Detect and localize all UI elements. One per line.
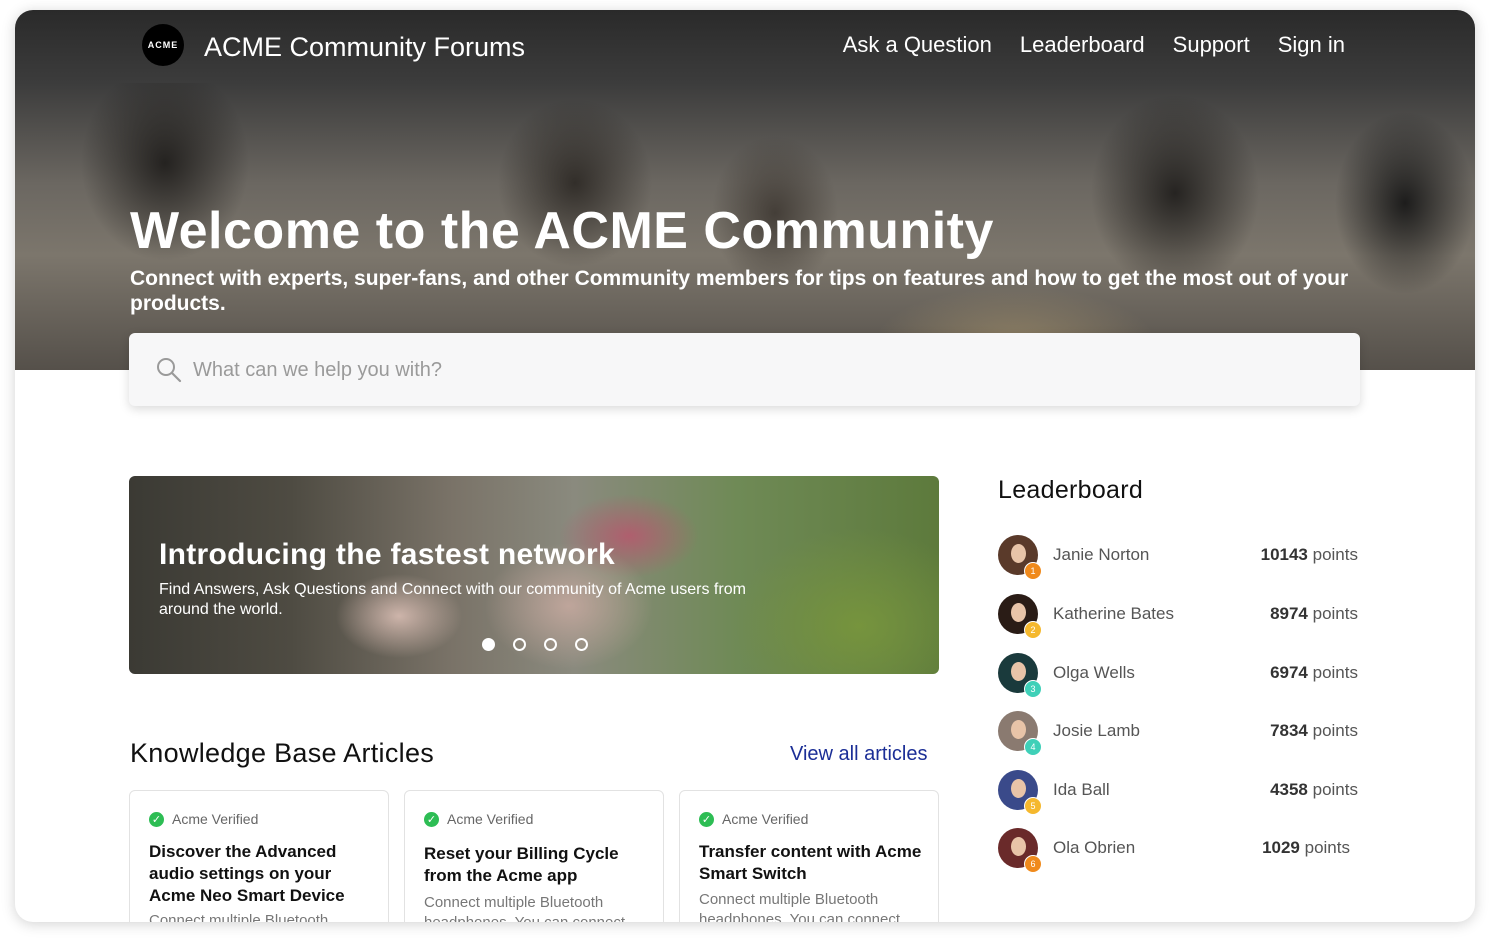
carousel-dot-3[interactable] — [544, 638, 557, 651]
carousel-title: Introducing the fastest network — [159, 538, 616, 571]
member-points: 6974 points — [1270, 663, 1358, 682]
member-name[interactable]: Ola Obrien — [1053, 838, 1135, 858]
carousel-dot-2[interactable] — [513, 638, 526, 651]
acme-logo[interactable]: ACME — [142, 24, 184, 66]
kb-article-card[interactable]: ✓ Acme Verified Discover the Advanced au… — [129, 790, 389, 922]
article-title[interactable]: Discover the Advanced audio settings on … — [149, 841, 374, 907]
rank-badge: 1 — [1024, 562, 1042, 580]
carousel-dots — [482, 638, 588, 651]
rank-badge: 6 — [1024, 855, 1042, 873]
article-description: Connect multiple Bluetooth headphones. Y… — [424, 894, 625, 922]
verified-badge: ✓ Acme Verified — [424, 811, 533, 827]
check-circle-icon: ✓ — [424, 811, 439, 827]
view-all-articles-link[interactable]: View all articles — [790, 743, 927, 766]
kb-section-title: Knowledge Base Articles — [130, 738, 435, 768]
member-name[interactable]: Olga Wells — [1053, 663, 1135, 683]
carousel-dot-4[interactable] — [575, 638, 588, 651]
member-points: 1029 points — [1262, 838, 1350, 857]
article-description: Connect multiple Bluetooth headphones. Y… — [149, 912, 329, 922]
hero-banner: Welcome to the ACME Community Connect wi… — [15, 83, 1475, 370]
verified-label: Acme Verified — [722, 811, 809, 827]
verified-badge: ✓ Acme Verified — [699, 811, 808, 827]
rank-badge: 3 — [1024, 680, 1042, 698]
nav-links: Ask a Question Leaderboard Support Sign … — [843, 32, 1345, 58]
search-input[interactable] — [191, 351, 1335, 389]
rank-badge: 5 — [1024, 797, 1042, 815]
browser-frame: ACME ACME Community Forums Ask a Questio… — [15, 10, 1475, 922]
leaderboard-row[interactable]: 2 Katherine Bates 8974 points — [998, 594, 1358, 639]
rank-badge: 2 — [1024, 621, 1042, 639]
verified-label: Acme Verified — [447, 811, 534, 827]
carousel-dot-1[interactable] — [482, 638, 495, 651]
search-icon — [156, 357, 182, 388]
kb-article-card[interactable]: ✓ Acme Verified Reset your Billing Cycle… — [404, 790, 664, 922]
carousel-text: Find Answers, Ask Questions and Connect … — [159, 581, 746, 618]
verified-label: Acme Verified — [172, 811, 259, 827]
member-points: 8974 points — [1270, 604, 1358, 623]
nav-leaderboard[interactable]: Leaderboard — [1020, 32, 1145, 58]
leaderboard-row[interactable]: 3 Olga Wells 6974 points — [998, 653, 1358, 698]
member-name[interactable]: Josie Lamb — [1053, 721, 1140, 741]
leaderboard-row[interactable]: 5 Ida Ball 4358 points — [998, 770, 1358, 815]
member-name[interactable]: Ida Ball — [1053, 780, 1110, 800]
leaderboard-row[interactable]: 1 Janie Norton 10143 points — [998, 535, 1358, 580]
member-name[interactable]: Janie Norton — [1053, 545, 1149, 565]
nav-support[interactable]: Support — [1173, 32, 1250, 58]
nav-sign-in[interactable]: Sign in — [1278, 32, 1345, 58]
check-circle-icon: ✓ — [699, 811, 714, 827]
article-title[interactable]: Transfer content with Acme Smart Switch — [699, 841, 924, 885]
search-bar[interactable] — [129, 333, 1360, 406]
nav-ask-question[interactable]: Ask a Question — [843, 32, 992, 58]
hero-subtitle: Connect with experts, super-fans, and ot… — [130, 267, 1349, 315]
rank-badge: 4 — [1024, 738, 1042, 756]
member-name[interactable]: Katherine Bates — [1053, 604, 1174, 624]
member-points: 10143 points — [1260, 545, 1358, 564]
check-circle-icon: ✓ — [149, 811, 164, 827]
verified-badge: ✓ Acme Verified — [149, 811, 258, 827]
member-points: 7834 points — [1270, 721, 1358, 740]
top-nav: ACME ACME Community Forums Ask a Questio… — [15, 10, 1475, 83]
article-title[interactable]: Reset your Billing Cycle from the Acme a… — [424, 843, 649, 887]
leaderboard-row[interactable]: 4 Josie Lamb 7834 points — [998, 711, 1358, 756]
leaderboard-title: Leaderboard — [998, 476, 1144, 504]
article-description: Connect multiple Bluetooth headphones. Y… — [699, 891, 901, 922]
hero-title: Welcome to the ACME Community — [130, 202, 994, 260]
member-points: 4358 points — [1270, 780, 1358, 799]
kb-article-card[interactable]: ✓ Acme Verified Transfer content with Ac… — [679, 790, 939, 922]
featured-carousel[interactable]: Introducing the fastest network Find Ans… — [129, 476, 939, 674]
site-title[interactable]: ACME Community Forums — [204, 32, 525, 63]
leaderboard-row[interactable]: 6 Ola Obrien 1029 points — [998, 828, 1350, 873]
